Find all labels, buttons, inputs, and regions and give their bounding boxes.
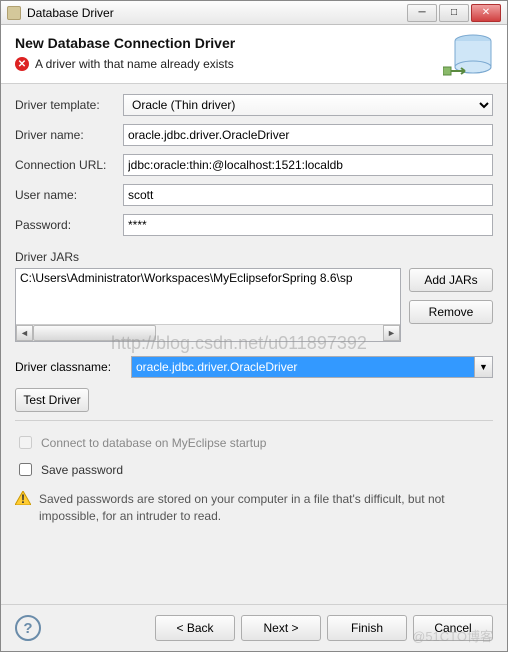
window-title: Database Driver — [27, 6, 114, 20]
scroll-left-icon[interactable]: ◄ — [16, 325, 33, 341]
dialog-footer: ? < Back Next > Finish Cancel — [1, 604, 507, 651]
connect-startup-input — [19, 436, 32, 449]
app-icon — [7, 6, 21, 20]
template-label: Driver template: — [15, 98, 123, 112]
password-label: Password: — [15, 218, 123, 232]
url-label: Connection URL: — [15, 158, 123, 172]
connect-startup-checkbox[interactable]: Connect to database on MyEclipse startup — [15, 433, 493, 452]
error-icon: ✕ — [15, 57, 29, 71]
scroll-right-icon[interactable]: ► — [383, 325, 400, 341]
warning-icon: ! — [15, 491, 31, 505]
classname-value[interactable]: oracle.jdbc.driver.OracleDriver — [132, 357, 474, 377]
url-input[interactable] — [123, 154, 493, 176]
save-password-checkbox[interactable]: Save password — [15, 460, 493, 479]
next-button[interactable]: Next > — [241, 615, 321, 641]
password-input[interactable] — [123, 214, 493, 236]
user-input[interactable] — [123, 184, 493, 206]
name-label: Driver name: — [15, 128, 123, 142]
window-controls: ─ □ ✕ — [407, 4, 501, 22]
user-label: User name: — [15, 188, 123, 202]
dialog-title: New Database Connection Driver — [15, 35, 493, 51]
classname-label: Driver classname: — [15, 360, 123, 374]
dialog-header: New Database Connection Driver ✕ A drive… — [1, 25, 507, 84]
error-message: A driver with that name already exists — [35, 57, 234, 71]
database-icon — [443, 31, 497, 85]
finish-button[interactable]: Finish — [327, 615, 407, 641]
template-select[interactable]: Oracle (Thin driver) — [123, 94, 493, 116]
help-button[interactable]: ? — [15, 615, 41, 641]
titlebar: Database Driver ─ □ ✕ — [1, 1, 507, 25]
back-button[interactable]: < Back — [155, 615, 235, 641]
save-password-input[interactable] — [19, 463, 32, 476]
maximize-button[interactable]: □ — [439, 4, 469, 22]
scroll-thumb[interactable] — [33, 325, 156, 341]
cancel-button[interactable]: Cancel — [413, 615, 493, 641]
dialog-client: Driver template: Oracle (Thin driver) Dr… — [1, 84, 507, 604]
minimize-button[interactable]: ─ — [407, 4, 437, 22]
svg-text:!: ! — [21, 492, 25, 505]
jars-label: Driver JARs — [15, 250, 493, 264]
jars-list[interactable]: C:\Users\Administrator\Workspaces\MyEcli… — [15, 268, 401, 342]
separator — [15, 420, 493, 421]
jars-scrollbar[interactable]: ◄ ► — [16, 324, 400, 341]
remove-button[interactable]: Remove — [409, 300, 493, 324]
classname-combo[interactable]: oracle.jdbc.driver.OracleDriver ▼ — [131, 356, 493, 378]
name-input[interactable] — [123, 124, 493, 146]
password-warning: ! Saved passwords are stored on your com… — [15, 491, 493, 525]
jar-item[interactable]: C:\Users\Administrator\Workspaces\MyEcli… — [16, 269, 400, 287]
add-jars-button[interactable]: Add JARs — [409, 268, 493, 292]
close-button[interactable]: ✕ — [471, 4, 501, 22]
scroll-track[interactable] — [33, 325, 383, 341]
error-row: ✕ A driver with that name already exists — [15, 57, 493, 71]
test-driver-button[interactable]: Test Driver — [15, 388, 89, 412]
chevron-down-icon[interactable]: ▼ — [474, 357, 492, 377]
